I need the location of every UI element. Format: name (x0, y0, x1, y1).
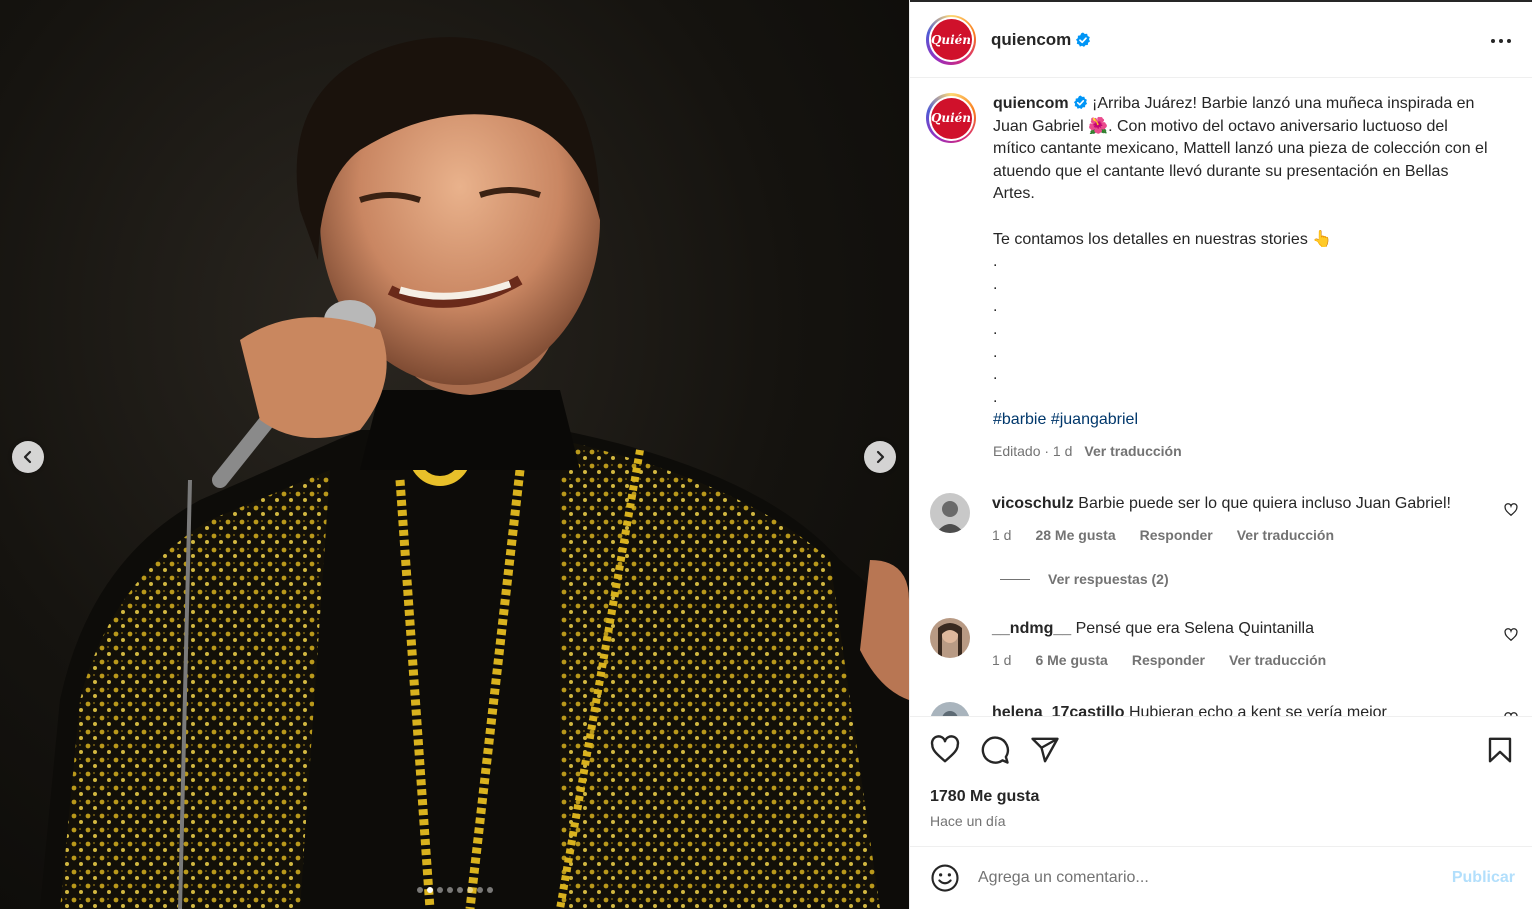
verified-badge-icon (1076, 32, 1091, 47)
bookmark-icon[interactable] (1485, 735, 1515, 765)
carousel-dot (486, 887, 493, 893)
carousel-dot (436, 887, 443, 893)
view-replies-button[interactable]: Ver respuestas (2) (1000, 571, 1169, 587)
brand-logo: Quién (930, 97, 972, 139)
previous-slide-button[interactable] (12, 441, 44, 473)
post-caption: Quién quiencom ¡Arriba Juárez! Barbie la… (926, 93, 1516, 463)
caption-avatar[interactable]: Quién (926, 93, 976, 143)
like-comment-heart-icon[interactable] (1504, 628, 1518, 642)
carousel-indicator (0, 887, 909, 893)
caption-username[interactable]: quiencom (993, 95, 1069, 112)
commenter-avatar[interactable] (930, 618, 970, 658)
comments-list[interactable]: Quién quiencom ¡Arriba Juárez! Barbie la… (910, 79, 1532, 716)
post-media (0, 0, 909, 909)
caption-dots: . . . . . . . (993, 253, 998, 406)
comment-icon[interactable] (980, 735, 1010, 765)
translate-link[interactable]: Ver traducción (1237, 524, 1334, 546)
translate-link[interactable]: Ver traducción (1084, 443, 1181, 459)
post-header: Quién quiencom (910, 2, 1532, 78)
comment-username[interactable]: vicoschulz (992, 495, 1074, 512)
heart-icon[interactable] (930, 735, 960, 765)
likes-count[interactable]: 1780 Me gusta (930, 788, 1039, 806)
hashtag-link[interactable]: #juangabriel (1051, 411, 1138, 428)
post-time: Hace un día (930, 813, 1006, 829)
replies-line (1000, 578, 1030, 580)
comment-meta: 1 d 28 Me gusta Responder Ver traducción (992, 524, 1518, 546)
comment-username[interactable]: __ndmg__ (992, 620, 1071, 637)
comment-item: vicoschulz Barbie puede ser lo que quier… (930, 493, 1518, 546)
post-side-panel: Quién quiencom Quién quiencom ¡Arriba Ju… (909, 0, 1532, 909)
reply-button[interactable]: Responder (1132, 649, 1205, 671)
pointing-up-emoji: 👆 (1312, 230, 1333, 248)
share-icon[interactable] (1030, 735, 1060, 765)
author-username[interactable]: quiencom (991, 30, 1071, 50)
hashtag-link[interactable]: #barbie (993, 411, 1046, 428)
comment-meta: 1 d 6 Me gusta Responder Ver traducción (992, 649, 1518, 671)
reply-button[interactable]: Responder (1140, 524, 1213, 546)
carousel-dot (416, 887, 423, 893)
brand-logo: Quién (930, 19, 972, 60)
author-avatar[interactable]: Quién (926, 14, 976, 65)
carousel-dot (426, 887, 433, 893)
commenter-avatar[interactable] (930, 493, 970, 533)
action-icons (930, 735, 1060, 765)
post-photo (40, 37, 909, 909)
comment-time: 1 d (992, 652, 1012, 668)
comment-item: __ndmg__ Pensé que era Selena Quintanill… (930, 618, 1518, 671)
comment-username[interactable]: helena_17castillo (992, 704, 1125, 716)
next-slide-button[interactable] (864, 441, 896, 473)
comment-time: 1 d (992, 527, 1012, 543)
carousel-dot (476, 887, 483, 893)
comment-text: Hubieran echo a kent se vería mejor (1128, 704, 1387, 716)
publish-button[interactable]: Publicar (1452, 869, 1515, 887)
caption-meta: Editado · 1 d Ver traducción (993, 440, 1488, 463)
carousel-dot (446, 887, 453, 893)
like-comment-heart-icon[interactable] (1504, 503, 1518, 517)
translate-link[interactable]: Ver traducción (1229, 649, 1326, 671)
comment-text: Barbie puede ser lo que quiera incluso J… (1078, 495, 1451, 512)
verified-badge-icon (1073, 95, 1087, 109)
comment-likes[interactable]: 28 Me gusta (1035, 524, 1115, 546)
edited-time: Editado · 1 d (993, 442, 1073, 459)
emoji-icon[interactable] (930, 863, 960, 893)
chevron-right-icon (876, 450, 885, 464)
chevron-left-icon (23, 450, 32, 464)
add-comment-bar: Publicar (910, 846, 1532, 909)
more-options-icon[interactable] (1490, 30, 1512, 52)
comment-likes[interactable]: 6 Me gusta (1035, 649, 1107, 671)
caption-text: Te contamos los detalles en nuestras sto… (993, 230, 1313, 248)
post-actions: 1780 Me gusta Hace un día (910, 716, 1532, 846)
comment-input[interactable] (978, 869, 1418, 887)
comment-text: Pensé que era Selena Quintanilla (1075, 620, 1314, 637)
post-modal: Quién quiencom Quién quiencom ¡Arriba Ju… (0, 0, 1532, 909)
commenter-avatar[interactable] (930, 702, 970, 716)
carousel-dot (456, 887, 463, 893)
carousel-dot (466, 887, 473, 893)
flower-emoji: 🌺 (1088, 117, 1109, 135)
comment-item: helena_17castillo Hubieran echo a kent s… (930, 702, 1518, 716)
